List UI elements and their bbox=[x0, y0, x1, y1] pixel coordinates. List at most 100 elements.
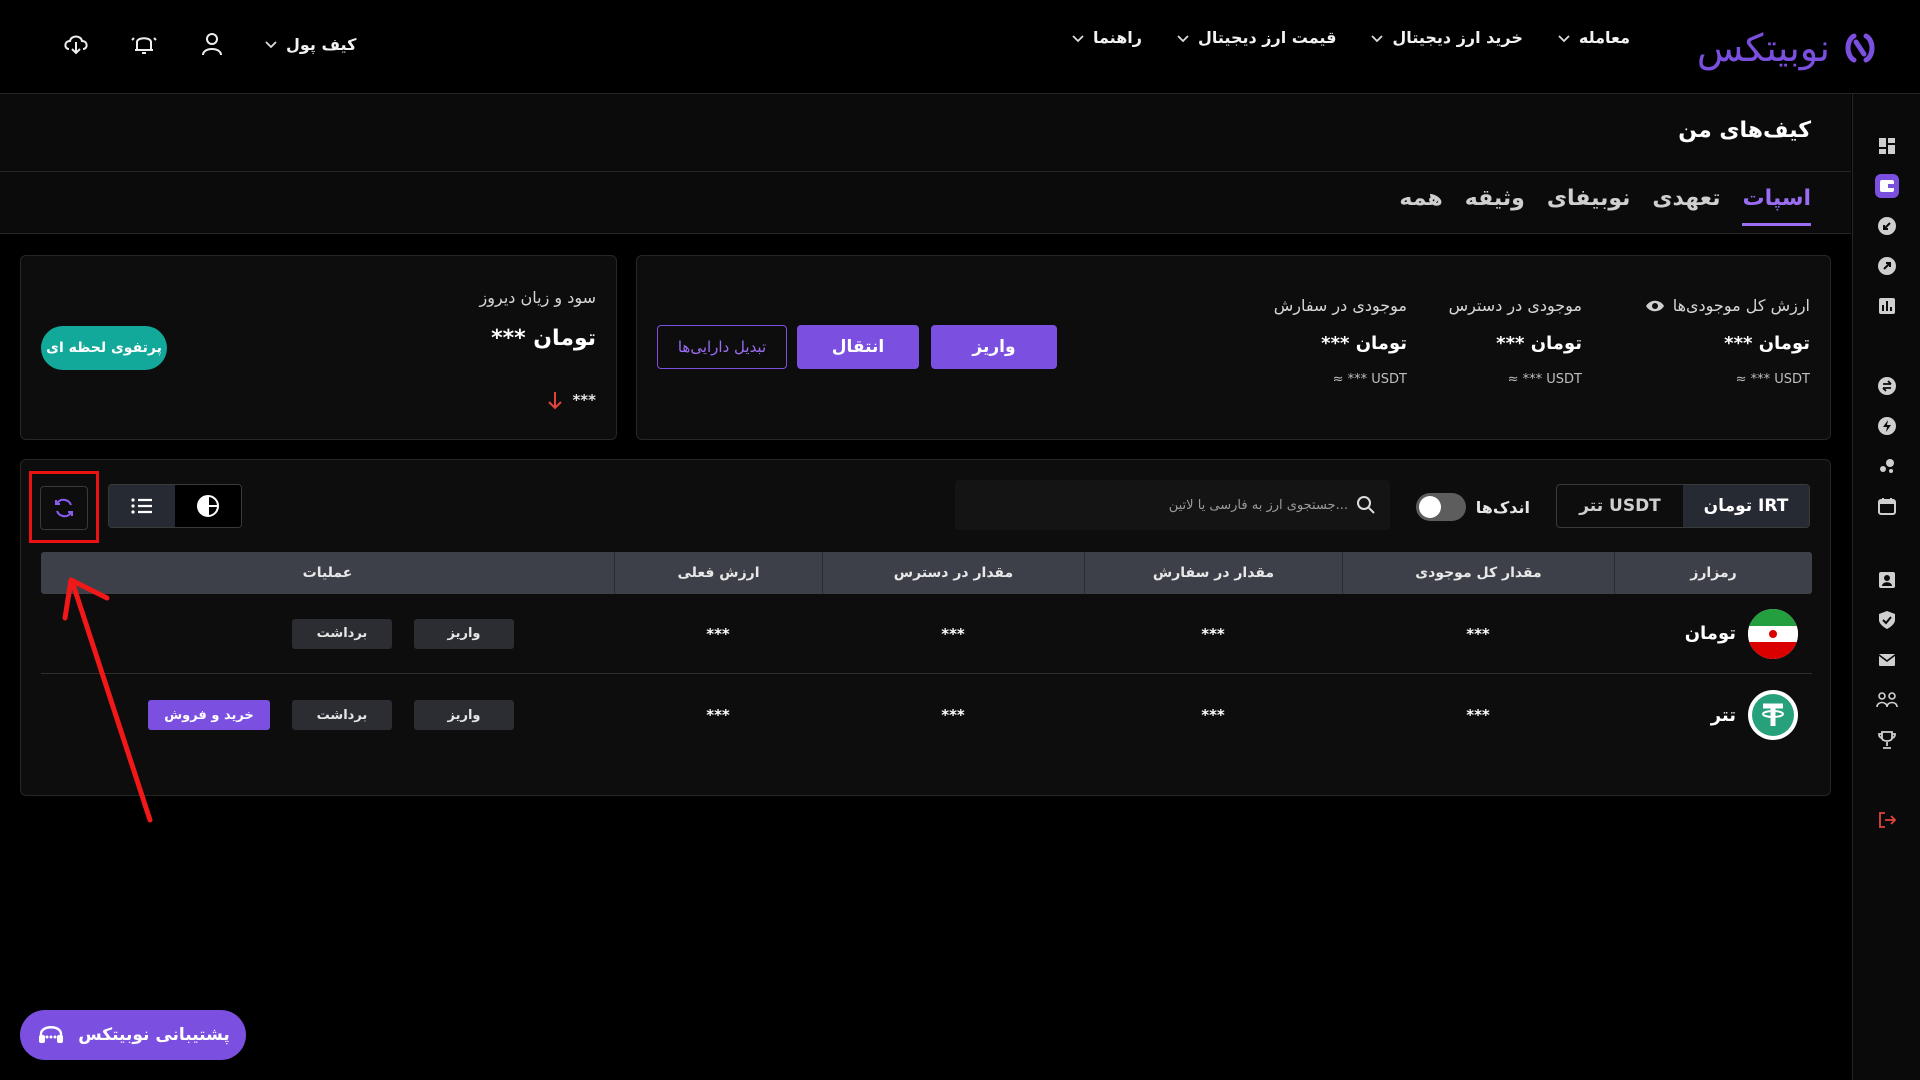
sidebar-item-wallet[interactable] bbox=[1875, 174, 1899, 198]
sidebar-item-exchange[interactable] bbox=[1875, 374, 1899, 398]
available-balance-value: *** تومان bbox=[1496, 333, 1582, 354]
pnl-change: *** bbox=[546, 390, 596, 410]
nav-item-trade[interactable]: معامله bbox=[1557, 28, 1630, 47]
tab-margin[interactable]: تعهدی bbox=[1652, 186, 1720, 226]
sidebar-item-messages[interactable] bbox=[1875, 648, 1899, 672]
asset-name: تتر bbox=[1710, 704, 1736, 726]
total-balance-usdt: ≈ *** USDT bbox=[1735, 372, 1810, 387]
tab-collateral[interactable]: وثیقه bbox=[1465, 186, 1525, 226]
currency-option-irt[interactable]: تومان IRT bbox=[1683, 485, 1809, 527]
portfolio-button[interactable]: پرتفوی لحظه ای bbox=[41, 326, 167, 370]
in-order-cell: *** bbox=[1201, 706, 1225, 724]
exchange-circle-icon bbox=[1878, 377, 1896, 395]
download-app-button[interactable] bbox=[60, 28, 92, 60]
sidebar-item-quick[interactable] bbox=[1875, 414, 1899, 438]
switch-knob bbox=[1418, 496, 1441, 518]
pnl-card: سود و زیان دیروز *** تومان *** پرتفوی لح… bbox=[20, 255, 617, 440]
view-toggle bbox=[108, 484, 242, 528]
headset-icon bbox=[39, 1026, 64, 1043]
search-icon bbox=[1357, 496, 1375, 514]
withdraw-button[interactable]: برداشت bbox=[292, 618, 392, 649]
shield-check-icon bbox=[1879, 611, 1895, 629]
wallet-tabs: اسپات تعهدی نوبیفای وثیقه همه bbox=[1399, 186, 1811, 226]
support-label: پشتیبانی نوبیتکس bbox=[78, 1025, 230, 1045]
side-nav bbox=[1852, 94, 1920, 1080]
chevron-down-icon bbox=[1177, 34, 1189, 42]
bell-icon bbox=[131, 37, 157, 54]
column-in-order: مقدار در سفارش bbox=[1084, 552, 1342, 594]
wallet-menu[interactable]: کیف پول bbox=[264, 35, 356, 54]
chevron-down-icon bbox=[1371, 34, 1384, 42]
assets-table-header: رمزارز مقدار کل موجودی مقدار در سفارش مق… bbox=[41, 552, 1812, 594]
withdraw-button[interactable]: برداشت bbox=[292, 700, 392, 730]
tab-nobifi[interactable]: نوبیفای bbox=[1547, 186, 1631, 226]
small-balances-switch[interactable] bbox=[1415, 493, 1466, 521]
cloud-download-icon bbox=[64, 35, 88, 55]
tether-icon bbox=[1748, 690, 1798, 740]
value-cell: *** bbox=[706, 624, 730, 643]
available-balance-usdt: ≈ *** USDT bbox=[1507, 372, 1582, 387]
sidebar-item-security[interactable] bbox=[1875, 608, 1899, 632]
column-available: مقدار در دسترس bbox=[822, 552, 1084, 594]
deposit-button[interactable]: واریز bbox=[931, 325, 1057, 369]
chart-view-button[interactable] bbox=[175, 485, 241, 527]
sidebar-item-dashboard[interactable] bbox=[1875, 134, 1899, 158]
sidebar-item-withdraw[interactable] bbox=[1875, 254, 1899, 278]
sidebar-item-reports[interactable] bbox=[1875, 294, 1899, 318]
total-cell: *** bbox=[1466, 624, 1490, 643]
convert-assets-button[interactable]: تبدیل دارایی‌ها bbox=[657, 325, 787, 369]
sidebar-item-staking[interactable] bbox=[1875, 454, 1899, 478]
asset-search-input[interactable] bbox=[988, 497, 1348, 513]
nav-item-label: قیمت ارز دیجیتال bbox=[1198, 28, 1337, 47]
available-balance: موجودی در دسترس *** تومان ≈ *** USDT bbox=[1449, 296, 1582, 387]
logo[interactable]: نوبیتکس bbox=[1697, 22, 1880, 74]
deposit-button[interactable]: واریز bbox=[414, 700, 514, 730]
sidebar-item-rewards[interactable] bbox=[1875, 728, 1899, 752]
list-view-button[interactable] bbox=[109, 485, 175, 527]
profile-button[interactable] bbox=[196, 28, 228, 60]
sidebar-item-logout[interactable] bbox=[1875, 808, 1899, 832]
balance-summary-card: ارزش کل موجودی‌ها *** تومان ≈ *** USDT م… bbox=[636, 255, 1831, 440]
asset-cell: تومان bbox=[1614, 594, 1812, 673]
pie-chart-icon bbox=[197, 495, 219, 517]
mail-icon bbox=[1878, 654, 1896, 666]
nav-item-crypto-prices[interactable]: قیمت ارز دیجیتال bbox=[1176, 28, 1336, 47]
logo-mark-icon bbox=[1845, 33, 1875, 63]
asset-name: تومان bbox=[1684, 623, 1736, 644]
top-header: نوبیتکس معامله خرید ارز دیجیتال قیمت ارز… bbox=[0, 0, 1920, 94]
buy-sell-button[interactable]: خرید و فروش bbox=[148, 700, 270, 730]
currency-option-usdt[interactable]: تتر USDT bbox=[1557, 485, 1683, 527]
in-order-balance: موجودی در سفارش *** تومان ≈ *** USDT bbox=[1274, 296, 1407, 387]
tab-all[interactable]: همه bbox=[1399, 186, 1442, 226]
main-nav: معامله خرید ارز دیجیتال قیمت ارز دیجیتال… bbox=[1071, 28, 1630, 47]
table-row: تومان *** *** *** *** واریز برداشت bbox=[41, 594, 1812, 674]
nav-item-help[interactable]: راهنما bbox=[1071, 28, 1142, 47]
total-cell: *** bbox=[1466, 706, 1490, 724]
chevron-down-icon bbox=[265, 41, 277, 49]
transfer-button[interactable]: انتقال bbox=[797, 325, 919, 369]
total-balance-label: ارزش کل موجودی‌ها bbox=[1672, 296, 1810, 315]
column-value: ارزش فعلی bbox=[614, 552, 822, 594]
support-button[interactable]: پشتیبانی نوبیتکس bbox=[20, 1010, 246, 1060]
available-cell: *** bbox=[941, 706, 965, 724]
sidebar-item-account[interactable] bbox=[1875, 568, 1899, 592]
deposit-button[interactable]: واریز bbox=[414, 618, 514, 649]
sidebar-item-referral[interactable] bbox=[1875, 688, 1899, 712]
tab-spot[interactable]: اسپات bbox=[1742, 186, 1811, 226]
id-card-icon bbox=[1879, 572, 1895, 588]
chevron-down-icon bbox=[1072, 34, 1084, 42]
refresh-button[interactable] bbox=[40, 486, 88, 530]
sidebar-item-deposit[interactable] bbox=[1875, 214, 1899, 238]
chevron-down-icon bbox=[1558, 34, 1570, 42]
small-balances-label: اندک‌ها bbox=[1475, 497, 1530, 517]
lightning-icon bbox=[1878, 417, 1896, 435]
refresh-icon bbox=[55, 498, 73, 518]
in-order-balance-usdt: ≈ *** USDT bbox=[1332, 372, 1407, 387]
eye-icon[interactable] bbox=[1645, 299, 1665, 313]
pnl-title: سود و زیان دیروز bbox=[479, 288, 596, 307]
logout-icon bbox=[1879, 812, 1897, 828]
notifications-button[interactable] bbox=[128, 28, 160, 60]
sidebar-item-calendar[interactable] bbox=[1875, 494, 1899, 518]
nav-item-buy-crypto[interactable]: خرید ارز دیجیتال bbox=[1370, 28, 1523, 47]
nav-item-label: راهنما bbox=[1092, 28, 1142, 47]
